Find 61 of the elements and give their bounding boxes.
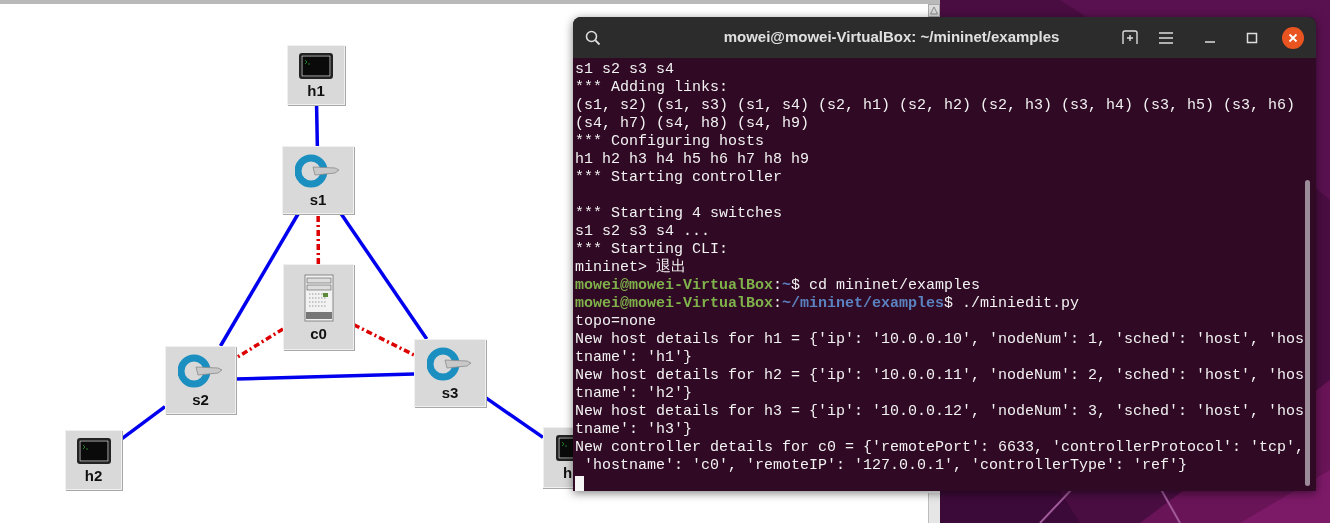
scrollbar-thumb[interactable] — [1305, 180, 1310, 486]
terminal-line: topo=none — [575, 313, 656, 330]
switch-node[interactable]: s3 — [414, 339, 486, 407]
terminal-line: tname': 'h1'} — [575, 349, 693, 366]
control-link-line[interactable] — [316, 214, 321, 264]
terminal-line: h1 h2 h3 h4 h5 h6 h7 h8 h9 — [575, 151, 810, 168]
search-icon[interactable] — [585, 29, 601, 46]
terminal-line: New host details for h2 = {'ip': '10.0.0.11', 'nodeNum': 2, 'sched': 'host', 'hos — [575, 367, 1305, 384]
node-label: c0 — [310, 325, 327, 341]
terminal-line: (s4, h7) (s4, h8) (s4, h9) — [575, 115, 810, 132]
terminal-line: 'hostname': 'c0', 'remoteIP': '127.0.0.1', 'controllerType': 'ref'} — [583, 457, 1188, 474]
link-line[interactable] — [485, 396, 544, 439]
close-icon[interactable] — [1282, 26, 1304, 49]
menu-icon[interactable] — [1158, 31, 1174, 44]
terminal-screen-icon — [299, 52, 333, 79]
text-cursor — [575, 476, 584, 491]
window-title: mowei@mowei-VirtualBox: ~/mininet/examples — [722, 27, 1061, 48]
terminal-line: *** Configuring hosts — [575, 133, 765, 150]
scrollbar-track[interactable] — [928, 493, 940, 523]
terminal-line: *** Starting controller — [575, 169, 783, 186]
terminal-line: mowei@mowei-VirtualBox:~$ cd mininet/examples — [575, 277, 981, 294]
control-link-line[interactable] — [353, 323, 415, 357]
link-line[interactable] — [218, 213, 300, 347]
control-link-line[interactable] — [235, 327, 284, 360]
terminal-screen-icon — [556, 435, 574, 461]
terminal-line: *** Starting 4 switches — [575, 205, 783, 222]
terminal-line: (s1, s2) (s1, s3) (s1, s4) (s2, h1) (s2, h2) (s2, h3) (s3, h4) (s3, h5) (s3, h6) — [575, 97, 1296, 114]
node-label: h1 — [307, 82, 325, 98]
switch-icon — [427, 346, 473, 381]
terminal-line: tname': 'h3'} — [575, 421, 693, 438]
switch-icon — [295, 153, 341, 188]
switch-icon — [177, 353, 224, 388]
terminal-screen-icon — [76, 437, 111, 464]
host-node[interactable]: h — [543, 427, 573, 488]
server-icon — [302, 273, 335, 322]
terminal-line: tname': 'h2'} — [575, 385, 693, 402]
node-label: s1 — [309, 191, 327, 207]
link-line[interactable] — [235, 372, 415, 381]
maximize-icon[interactable] — [1246, 31, 1258, 44]
link-line[interactable] — [339, 213, 429, 340]
controller-node[interactable]: c0 — [283, 264, 354, 350]
link-line[interactable] — [120, 405, 167, 441]
terminal-line: *** Adding links: — [575, 79, 729, 96]
terminal-line: mowei@mowei-VirtualBox:~/mininet/examples$ ./miniedit.py — [575, 295, 1080, 312]
host-node[interactable]: h2 — [65, 430, 122, 490]
terminal-line: s1 s2 s3 s4 ... — [575, 223, 711, 240]
new-tab-icon[interactable] — [1122, 30, 1138, 45]
terminal-line: New host details for h3 = {'ip': '10.0.0.12', 'nodeNum': 3, 'sched': 'host', 'hos — [575, 403, 1305, 420]
switch-node[interactable]: s1 — [282, 146, 354, 214]
node-label: s3 — [441, 384, 459, 400]
terminal-line: s1 s2 s3 s4 — [575, 61, 675, 78]
node-label: h — [563, 465, 573, 480]
link-line[interactable] — [314, 104, 320, 147]
terminal-line: mininet> 退出 — [575, 259, 686, 276]
terminal-line: New controller details for c0 = {'remotePort': 6633, 'controllerProtocol': 'tcp', — [575, 439, 1305, 456]
host-node[interactable]: h1 — [287, 45, 345, 105]
node-label: h2 — [84, 467, 103, 483]
terminal-line: New host details for h1 = {'ip': '10.0.0.10', 'nodeNum': 1, 'sched': 'host', 'hos — [575, 331, 1305, 348]
switch-node[interactable]: s2 — [165, 346, 236, 414]
terminal-line: *** Starting CLI: — [575, 241, 729, 258]
node-label: s2 — [192, 391, 209, 407]
